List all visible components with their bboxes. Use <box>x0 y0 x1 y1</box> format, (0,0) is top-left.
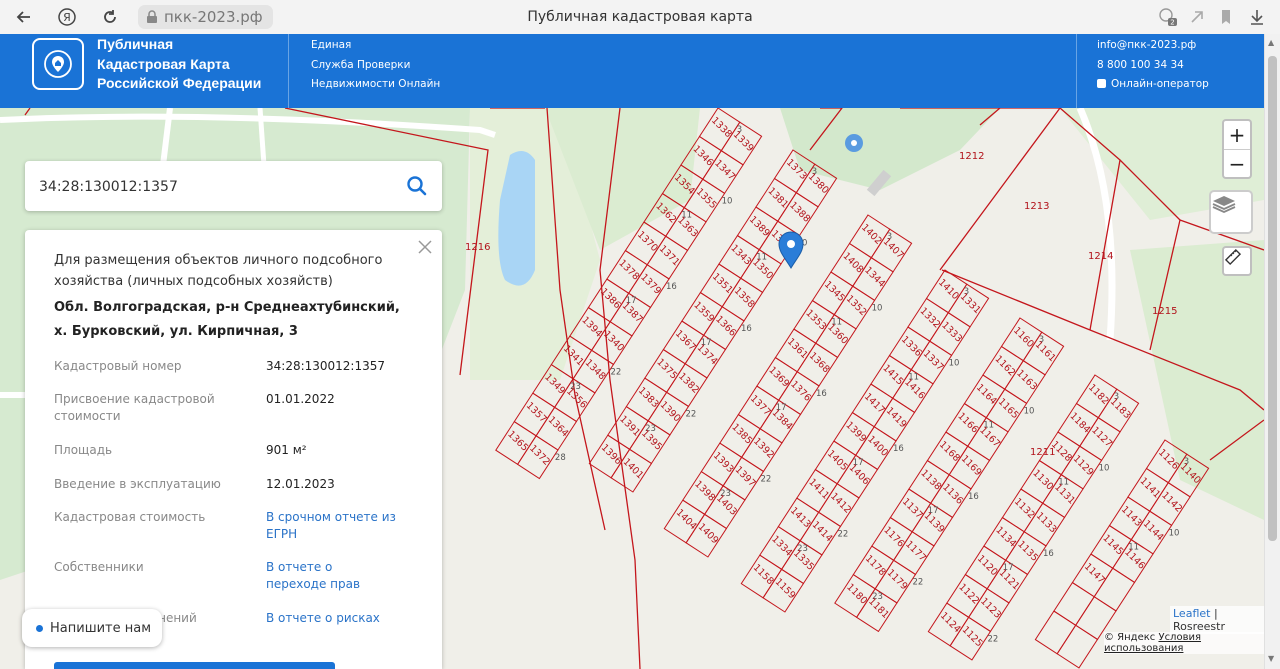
yandex-copyright: © Яндекс <box>1104 632 1156 643</box>
layers-button[interactable] <box>1209 190 1253 234</box>
bookmark-icon[interactable] <box>1215 6 1237 28</box>
leaflet-link[interactable]: Leaflet <box>1173 607 1210 620</box>
email-link[interactable]: info@пкк-2023.рф <box>1097 36 1209 56</box>
reload-icon[interactable] <box>98 5 122 29</box>
cadastral-search-input[interactable] <box>37 174 381 200</box>
ruler-button[interactable] <box>1222 246 1252 276</box>
ruler-icon <box>1224 248 1242 266</box>
house-number-label: 10 <box>1099 463 1110 473</box>
header-divider <box>1076 34 1077 108</box>
close-button[interactable] <box>416 238 434 256</box>
house-number-label: 16 <box>968 492 979 502</box>
brand-line: Кадастровая Карта <box>97 55 230 72</box>
brand-line: Публичная <box>97 36 174 52</box>
house-number-label: 16 <box>816 389 827 399</box>
house-number-label: 22 <box>912 577 923 587</box>
parcel-label: 1213 <box>1024 201 1049 212</box>
house-number-label: 22 <box>685 409 696 419</box>
parcel-label: 1215 <box>1152 306 1177 317</box>
permitted-use: Для размещения объектов личного подсобно… <box>54 253 383 289</box>
risks-report-link[interactable]: В отчете о рисках <box>266 610 426 627</box>
service-line: Единая <box>311 39 352 51</box>
site-logo[interactable] <box>32 38 84 90</box>
yandex-terms: © Яндекс Условия использования <box>1104 632 1264 654</box>
house-number-label: 10 <box>1169 528 1180 538</box>
house-number-label: 10 <box>872 303 883 313</box>
download-icon[interactable] <box>1246 6 1268 28</box>
house-number-label: 10 <box>1024 406 1035 416</box>
house-number-label: 16 <box>893 444 904 454</box>
house-number-label: 10 <box>722 196 733 206</box>
chat-icon <box>1097 79 1106 88</box>
svg-text:Я: Я <box>63 11 71 24</box>
lock-icon <box>147 10 157 23</box>
commission-date-value: 12.01.2023 <box>266 477 335 491</box>
prop-label: Присвоение кадастровой стоимости <box>54 392 215 423</box>
search-box <box>25 161 442 211</box>
house-shield-icon <box>44 50 72 78</box>
service-line: Недвижимости Онлайн <box>311 78 441 90</box>
prop-label: Кадастровый номер <box>54 359 182 373</box>
site-brand[interactable]: Публичная Кадастровая Карта Российской Ф… <box>97 35 261 94</box>
parcel-label: 1216 <box>465 242 490 253</box>
cadastral-value-report-link[interactable]: В срочном отчете из ЕГРН <box>266 509 396 543</box>
parcel-address: Обл. Волгоградская, р-н Среднеахтубински… <box>54 300 400 339</box>
house-number-label: 16 <box>666 282 677 292</box>
house-number-label: 22 <box>987 634 998 644</box>
svg-text:2: 2 <box>1170 19 1174 27</box>
back-arrow-icon[interactable] <box>12 5 36 29</box>
house-number-label: 10 <box>949 358 960 368</box>
house-number-label: 22 <box>610 367 621 377</box>
house-number-label: 16 <box>741 324 752 334</box>
brand-line: Российской Федерации <box>97 75 262 91</box>
zoom-in-button[interactable]: + <box>1224 121 1250 150</box>
house-number-label: 22 <box>837 529 848 539</box>
scroll-down-icon[interactable]: ▼ <box>1268 654 1274 663</box>
url-text: пкк-2023.рф <box>164 8 263 26</box>
parcel-label: 1214 <box>1088 251 1113 262</box>
browser-toolbar: Я пкк-2023.рф Публичная кадастровая карт… <box>0 0 1280 35</box>
search-icon <box>407 176 427 196</box>
online-operator-link[interactable]: Онлайн-оператор <box>1097 75 1209 95</box>
scroll-thumb[interactable] <box>1268 56 1277 541</box>
area-value: 901 м² <box>266 443 307 457</box>
valuation-date-value: 01.01.2022 <box>266 392 335 406</box>
map-attribution: Leaflet | Rosreestr <box>1170 606 1264 634</box>
owners-report-link[interactable]: В отчете о переходе прав <box>266 559 386 593</box>
online-status-icon <box>36 624 43 632</box>
parcel-info-panel: Для размещения объектов личного подсобно… <box>25 230 442 669</box>
close-icon <box>418 240 432 254</box>
online-operator-label: Онлайн-оператор <box>1111 78 1209 90</box>
site-header: Публичная Кадастровая Карта Российской Ф… <box>0 34 1264 108</box>
prop-label: Площадь <box>54 443 113 457</box>
protect-icon[interactable]: 2 <box>1157 6 1179 28</box>
order-report-button[interactable] <box>54 662 335 669</box>
layers-icon <box>1212 196 1236 213</box>
scroll-up-icon[interactable]: ▲ <box>1268 38 1274 47</box>
yandex-icon[interactable]: Я <box>55 5 79 29</box>
address-bar[interactable]: пкк-2023.рф <box>138 5 273 29</box>
header-divider <box>288 34 289 108</box>
search-button[interactable] <box>406 175 428 197</box>
prop-label: Кадастровая стоимость <box>54 510 206 524</box>
service-line: Служба Проверки <box>311 58 411 71</box>
zoom-control: + − <box>1222 119 1252 179</box>
parcel-label: 1211 <box>1030 447 1055 458</box>
contacts-block: info@пкк-2023.рф 8 800 100 34 34 Онлайн-… <box>1097 36 1209 95</box>
zoom-out-button[interactable]: − <box>1224 150 1250 178</box>
phone-link[interactable]: 8 800 100 34 34 <box>1097 56 1209 76</box>
parcel-label: 1212 <box>959 151 984 162</box>
house-number-label: 16 <box>1043 549 1054 559</box>
page-scrollbar[interactable]: ▲ ▼ <box>1264 34 1280 669</box>
prop-label: Собственники <box>54 560 144 574</box>
extension-icon[interactable] <box>1186 6 1208 28</box>
prop-label: Введение в эксплуатацию <box>54 477 221 491</box>
chat-label: Напишите нам <box>50 620 152 636</box>
cadastral-number-value: 34:28:130012:1357 <box>266 359 386 373</box>
chat-widget-button[interactable]: Напишите нам <box>22 609 162 647</box>
house-number-label: 22 <box>760 474 771 484</box>
house-number-label: 28 <box>555 453 566 463</box>
service-tagline: Единая Служба Проверки Недвижимости Онла… <box>311 36 440 95</box>
